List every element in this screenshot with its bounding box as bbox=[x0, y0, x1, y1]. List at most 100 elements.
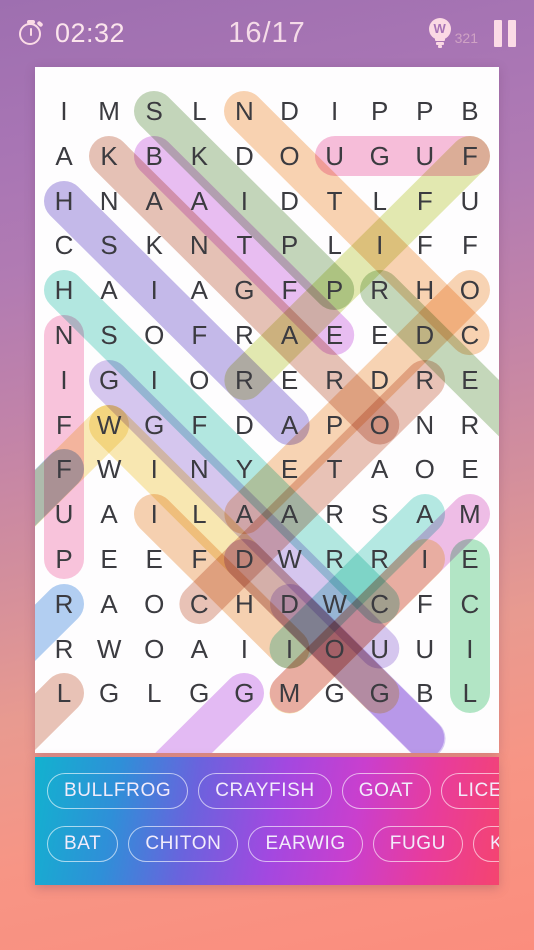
grid-cell[interactable]: E bbox=[448, 358, 492, 402]
grid-cell[interactable]: H bbox=[42, 268, 86, 312]
grid-cell[interactable]: W bbox=[87, 403, 131, 447]
grid-cell[interactable]: C bbox=[448, 582, 492, 626]
grid-cell[interactable]: S bbox=[87, 223, 131, 267]
word-chip[interactable]: LICE bbox=[440, 773, 499, 809]
grid-cell[interactable]: F bbox=[403, 223, 447, 267]
grid-cell[interactable]: R bbox=[313, 492, 357, 536]
grid-cell[interactable]: E bbox=[268, 358, 312, 402]
grid-cell[interactable]: U bbox=[42, 492, 86, 536]
grid-cell[interactable]: R bbox=[222, 358, 266, 402]
grid-cell[interactable]: O bbox=[132, 627, 176, 671]
grid-cell[interactable]: O bbox=[358, 403, 402, 447]
grid-cell[interactable]: E bbox=[448, 447, 492, 491]
grid-cell[interactable]: T bbox=[313, 447, 357, 491]
grid-cell[interactable]: F bbox=[177, 313, 221, 357]
grid-cell[interactable]: N bbox=[42, 313, 86, 357]
grid-cell[interactable]: T bbox=[222, 223, 266, 267]
grid-cell[interactable]: I bbox=[42, 358, 86, 402]
grid-cell[interactable]: F bbox=[177, 403, 221, 447]
grid-cell[interactable]: R bbox=[42, 627, 86, 671]
grid-cell[interactable]: H bbox=[403, 268, 447, 312]
grid-cell[interactable]: O bbox=[448, 268, 492, 312]
grid-cell[interactable]: F bbox=[42, 447, 86, 491]
grid-cell[interactable]: R bbox=[358, 537, 402, 581]
grid-cell[interactable]: O bbox=[132, 582, 176, 626]
grid-cell[interactable]: G bbox=[87, 671, 131, 715]
grid-cell[interactable]: G bbox=[132, 403, 176, 447]
grid-cell[interactable]: A bbox=[268, 313, 312, 357]
grid-cell[interactable]: A bbox=[268, 492, 312, 536]
grid-cell[interactable]: R bbox=[313, 537, 357, 581]
grid-cell[interactable]: P bbox=[42, 537, 86, 581]
word-chip[interactable]: CRAYFISH bbox=[198, 773, 332, 809]
grid-cell[interactable]: D bbox=[222, 134, 266, 178]
grid-cell[interactable]: D bbox=[222, 537, 266, 581]
grid-cell[interactable]: H bbox=[42, 179, 86, 223]
grid-cell[interactable]: P bbox=[313, 403, 357, 447]
grid-cell[interactable]: M bbox=[448, 492, 492, 536]
grid-cell[interactable]: F bbox=[42, 403, 86, 447]
grid-cell[interactable]: N bbox=[177, 447, 221, 491]
grid-cell[interactable]: Y bbox=[222, 447, 266, 491]
grid-cell[interactable]: F bbox=[448, 134, 492, 178]
grid-cell[interactable]: A bbox=[268, 403, 312, 447]
pause-button[interactable] bbox=[494, 19, 516, 47]
grid-cell[interactable]: I bbox=[222, 627, 266, 671]
word-chip[interactable]: CHITON bbox=[128, 826, 239, 862]
grid-cell[interactable]: M bbox=[268, 671, 312, 715]
grid-cell[interactable]: R bbox=[358, 268, 402, 312]
grid-cell[interactable]: A bbox=[177, 268, 221, 312]
grid-cell[interactable]: L bbox=[448, 671, 492, 715]
grid-cell[interactable]: I bbox=[448, 627, 492, 671]
grid-cell[interactable]: B bbox=[403, 671, 447, 715]
grid-cell[interactable]: L bbox=[42, 671, 86, 715]
grid-cell[interactable]: I bbox=[132, 268, 176, 312]
grid-cell[interactable]: F bbox=[268, 268, 312, 312]
grid-cell[interactable]: N bbox=[222, 89, 266, 133]
grid-cell[interactable]: A bbox=[177, 627, 221, 671]
grid-cell[interactable]: D bbox=[358, 358, 402, 402]
grid-cell[interactable]: D bbox=[268, 89, 312, 133]
grid-cell[interactable]: W bbox=[313, 582, 357, 626]
word-chip[interactable]: EARWIG bbox=[248, 826, 363, 862]
grid-cell[interactable]: I bbox=[358, 223, 402, 267]
grid-cell[interactable]: A bbox=[87, 582, 131, 626]
grid-cell[interactable]: L bbox=[177, 492, 221, 536]
grid-cell[interactable]: F bbox=[403, 179, 447, 223]
grid-cell[interactable]: L bbox=[132, 671, 176, 715]
grid-cell[interactable]: F bbox=[448, 223, 492, 267]
grid-cell[interactable]: P bbox=[313, 268, 357, 312]
grid-cell[interactable]: U bbox=[358, 627, 402, 671]
grid-cell[interactable]: R bbox=[222, 313, 266, 357]
grid-cell[interactable]: P bbox=[358, 89, 402, 133]
grid-cell[interactable]: L bbox=[313, 223, 357, 267]
word-chip[interactable]: BAT bbox=[47, 826, 119, 862]
grid-cell[interactable]: W bbox=[87, 447, 131, 491]
grid-cell[interactable]: U bbox=[403, 134, 447, 178]
grid-cell[interactable]: A bbox=[222, 492, 266, 536]
grid-cell[interactable]: S bbox=[358, 492, 402, 536]
grid-cell[interactable]: U bbox=[403, 627, 447, 671]
grid-cell[interactable]: E bbox=[268, 447, 312, 491]
grid-cell[interactable]: I bbox=[132, 358, 176, 402]
grid-cell[interactable]: I bbox=[132, 492, 176, 536]
letter-grid[interactable]: IMSLNDIPPBAKBKDOUGUFHNAAIDTLFUCSKNTPLIFF… bbox=[35, 67, 499, 753]
grid-cell[interactable]: O bbox=[313, 627, 357, 671]
grid-cell[interactable]: O bbox=[177, 358, 221, 402]
word-chip[interactable]: KAN bbox=[473, 826, 499, 862]
grid-cell[interactable]: I bbox=[222, 179, 266, 223]
grid-cell[interactable]: A bbox=[42, 134, 86, 178]
grid-cell[interactable]: G bbox=[222, 268, 266, 312]
grid-cell[interactable]: I bbox=[42, 89, 86, 133]
grid-cell[interactable]: I bbox=[403, 537, 447, 581]
grid-cell[interactable]: C bbox=[448, 313, 492, 357]
grid-cell[interactable]: G bbox=[358, 671, 402, 715]
grid-cell[interactable]: G bbox=[87, 358, 131, 402]
grid-cell[interactable]: K bbox=[132, 223, 176, 267]
grid-cell[interactable]: R bbox=[448, 403, 492, 447]
grid-cell[interactable]: W bbox=[268, 537, 312, 581]
grid-cell[interactable]: U bbox=[313, 134, 357, 178]
hint-button[interactable]: W 321 bbox=[427, 18, 478, 48]
word-chip[interactable]: GOAT bbox=[341, 773, 431, 809]
grid-cell[interactable]: F bbox=[177, 537, 221, 581]
